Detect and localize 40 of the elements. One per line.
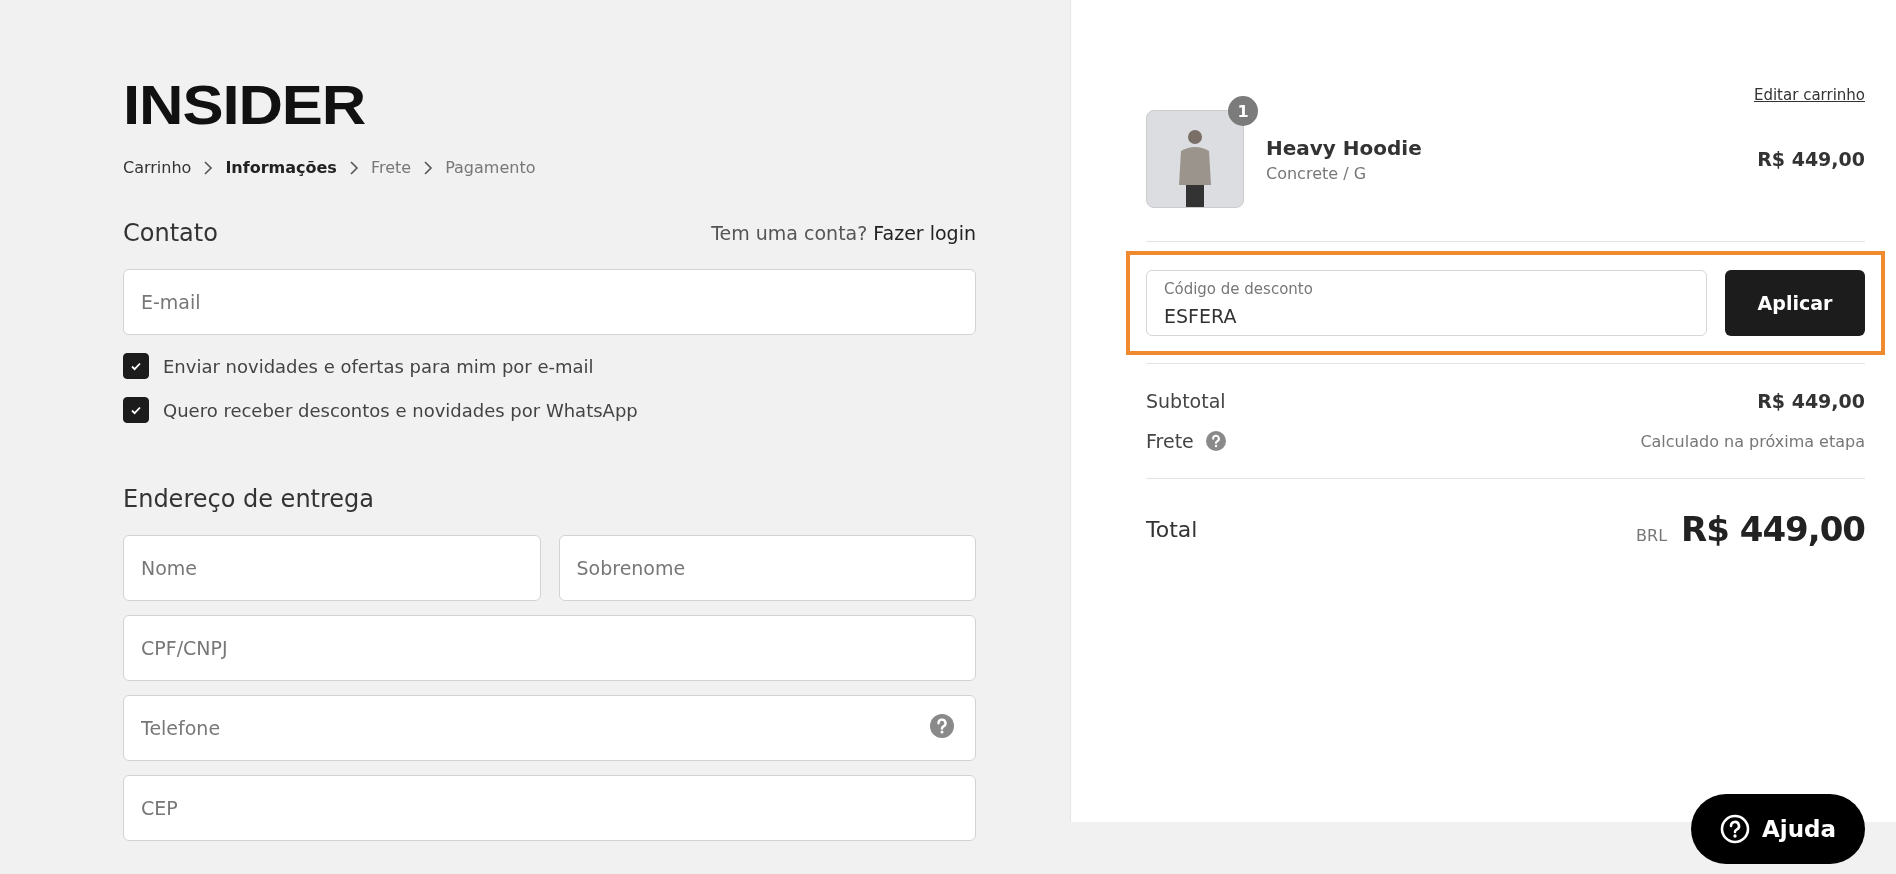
login-link[interactable]: Fazer login [873, 222, 976, 244]
input-field[interactable]: Telefone [123, 695, 976, 761]
summary-label: Subtotal [1146, 390, 1226, 412]
apply-button[interactable]: Aplicar [1725, 270, 1865, 336]
breadcrumb-item[interactable]: Carrinho [123, 158, 192, 177]
chevron-right-icon [423, 160, 434, 175]
breadcrumb-item: Pagamento [445, 158, 536, 177]
summary-value: Calculado na próxima etapa [1640, 431, 1865, 451]
edit-cart-link[interactable]: Editar carrinho [1753, 86, 1865, 104]
help-icon[interactable] [1205, 431, 1226, 451]
chevron-right-icon [203, 160, 214, 175]
currency-code: BRL [1636, 526, 1668, 545]
product-variant: Concrete / G [1266, 163, 1368, 183]
input-field[interactable]: Sobrenome [558, 535, 976, 601]
checkbox[interactable] [123, 397, 149, 423]
summary-value: R$ 449,00 [1757, 390, 1865, 412]
chevron-right-icon [348, 160, 359, 175]
brand-logo[interactable]: INSIDER [123, 80, 366, 130]
field-label: Código de desconto [1164, 280, 1313, 298]
product-price: R$ 449,00 [1757, 148, 1865, 170]
help-button[interactable]: Ajuda [1691, 794, 1865, 864]
total-value: R$ 449,00 [1681, 509, 1865, 549]
quantity-badge: 1 [1228, 96, 1258, 126]
summary-label: Frete [1146, 430, 1194, 452]
email-field[interactable]: E-mail [123, 269, 976, 335]
breadcrumb-item: Informações [225, 158, 337, 177]
section-heading: Endereço de entrega [123, 485, 376, 513]
checkbox-label[interactable]: Enviar novidades e ofertas para mim por e-mail [163, 355, 594, 377]
login-prompt: Tem uma conta? [711, 222, 868, 244]
checkbox-label[interactable]: Quero receber descontos e novidades por WhatsApp [163, 399, 638, 421]
total-label: Total [1146, 516, 1198, 542]
input-field[interactable]: Nome [123, 535, 541, 601]
checkbox[interactable] [123, 353, 149, 379]
input-field[interactable]: CPF/CNPJ [123, 615, 976, 681]
section-heading: Contato [123, 219, 218, 247]
input-field[interactable]: CEP [123, 775, 976, 841]
breadcrumb-item: Frete [370, 158, 412, 177]
help-icon[interactable] [930, 714, 954, 738]
product-name: Heavy Hoodie [1266, 135, 1423, 160]
help-icon [1719, 814, 1750, 844]
